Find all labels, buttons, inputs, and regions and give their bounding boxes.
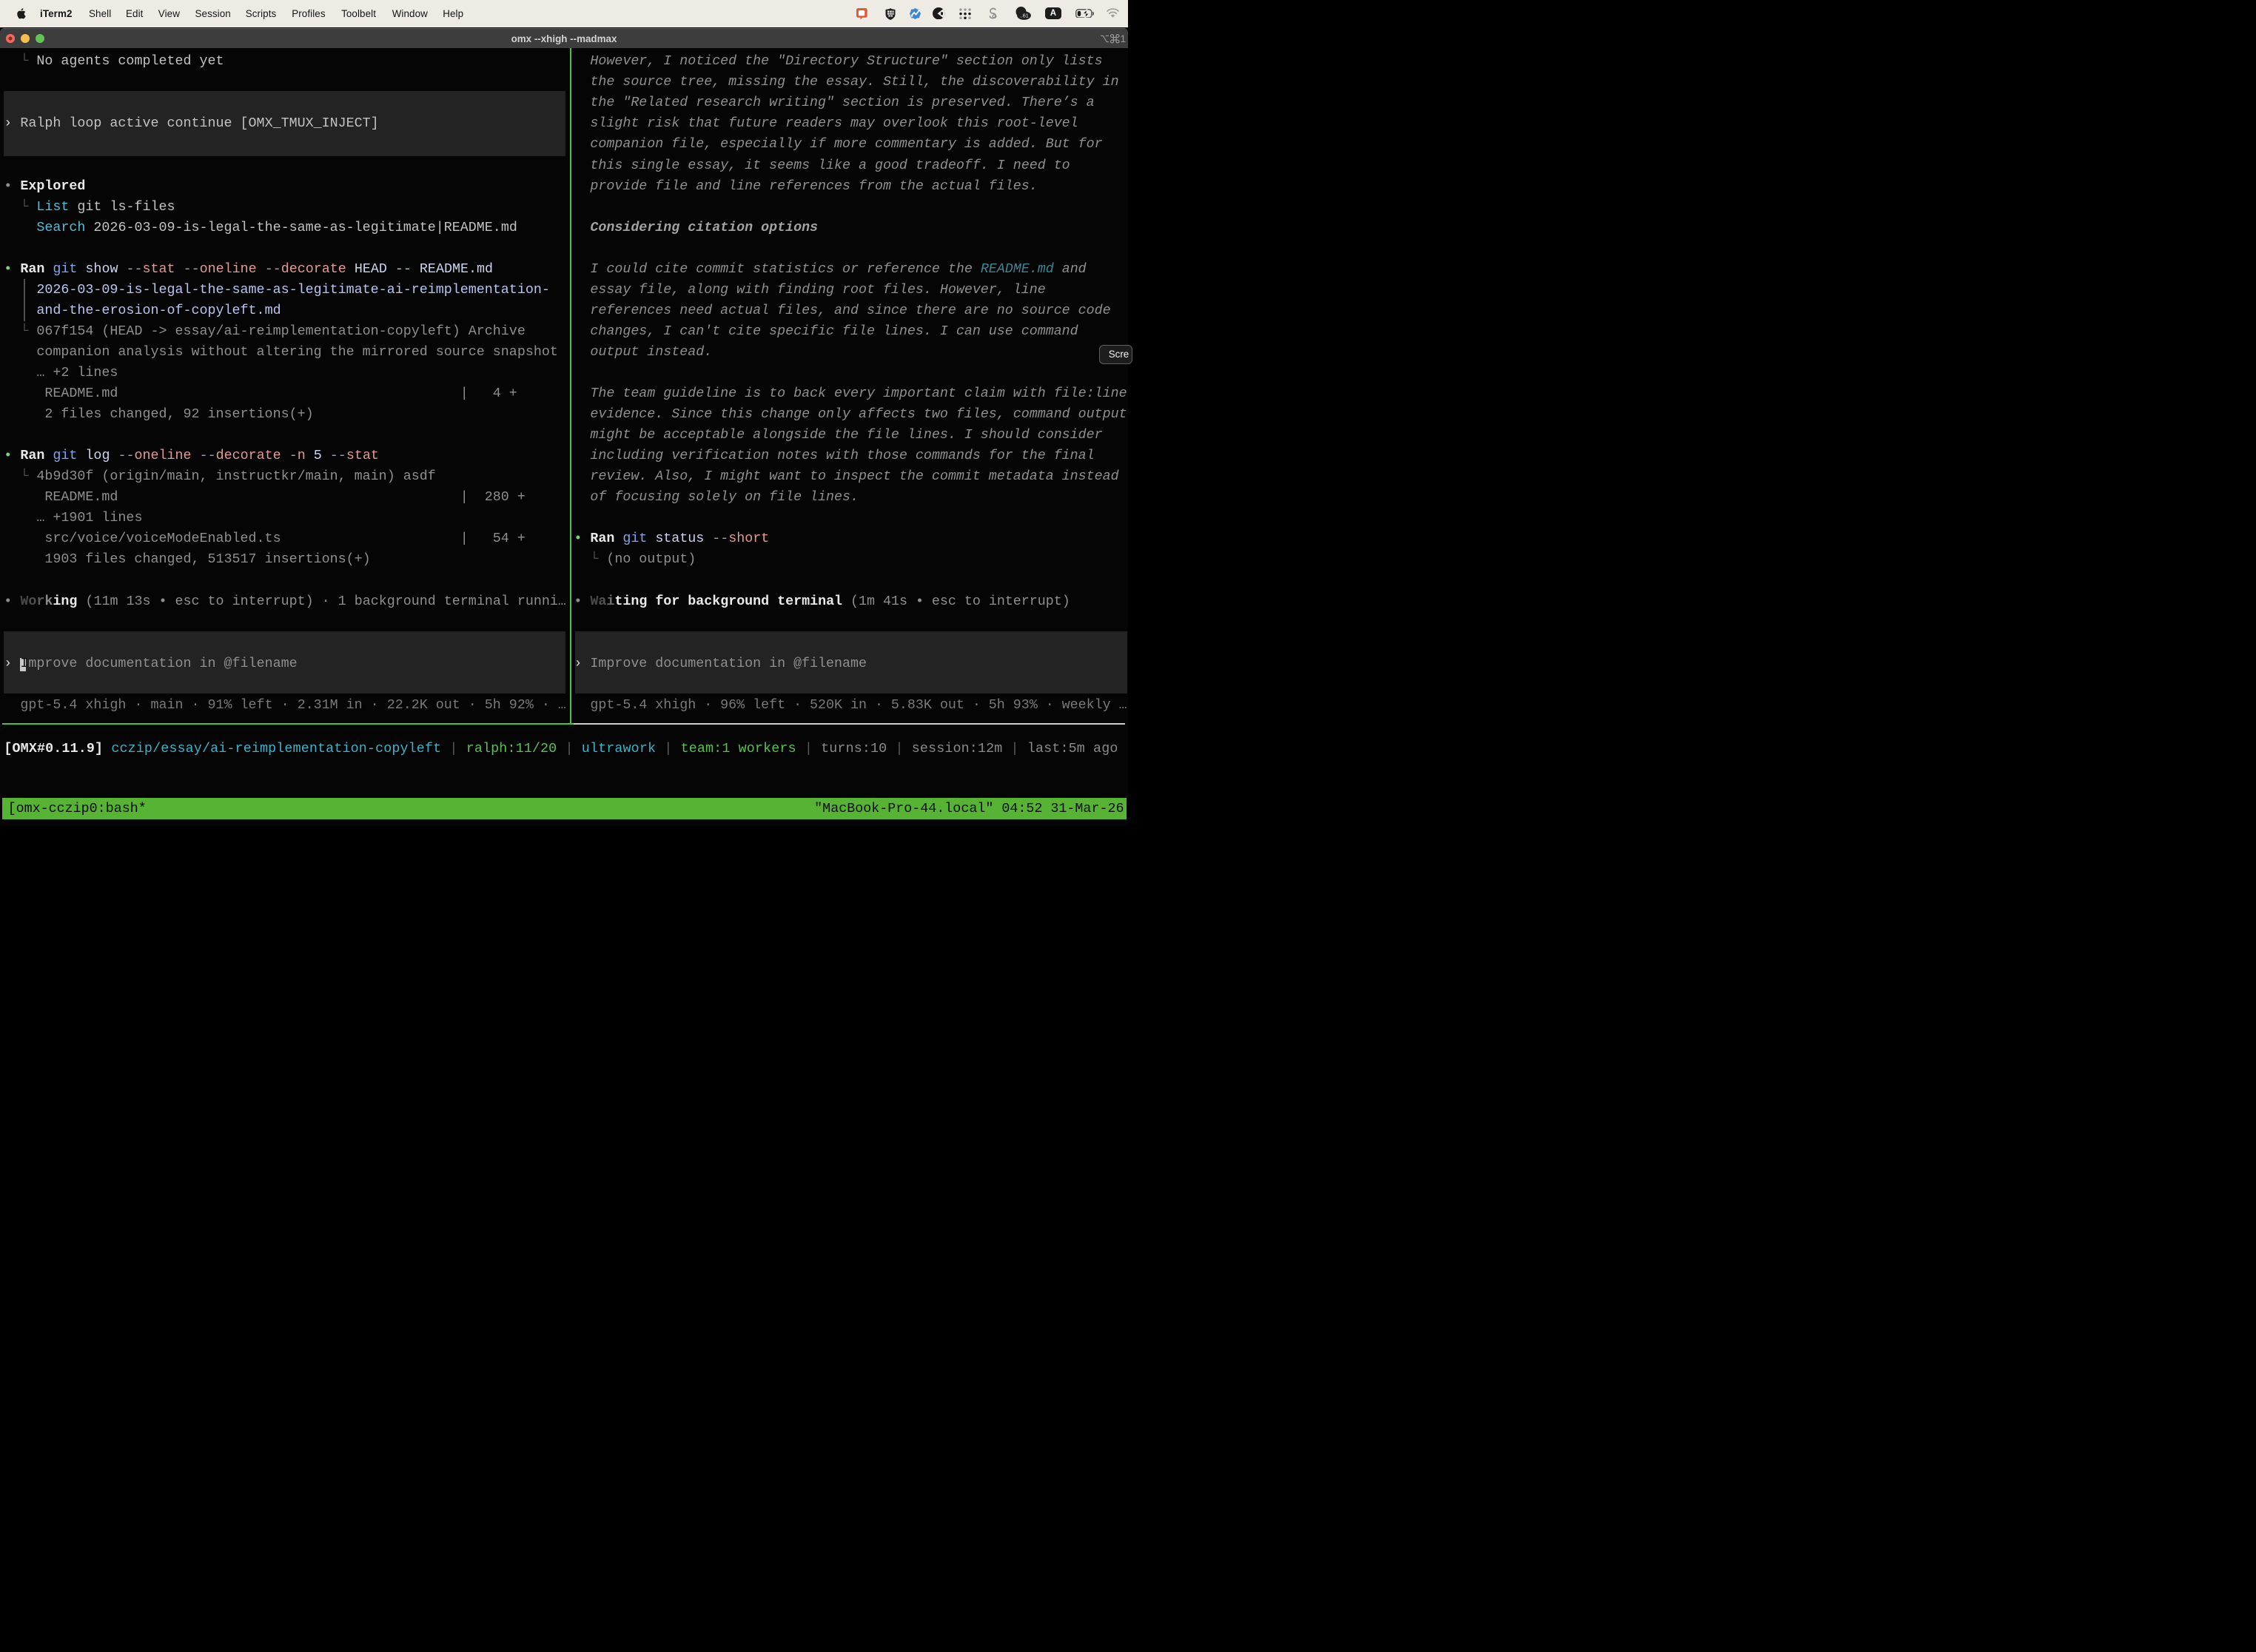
svg-text:..61: ..61 [1020, 13, 1029, 19]
